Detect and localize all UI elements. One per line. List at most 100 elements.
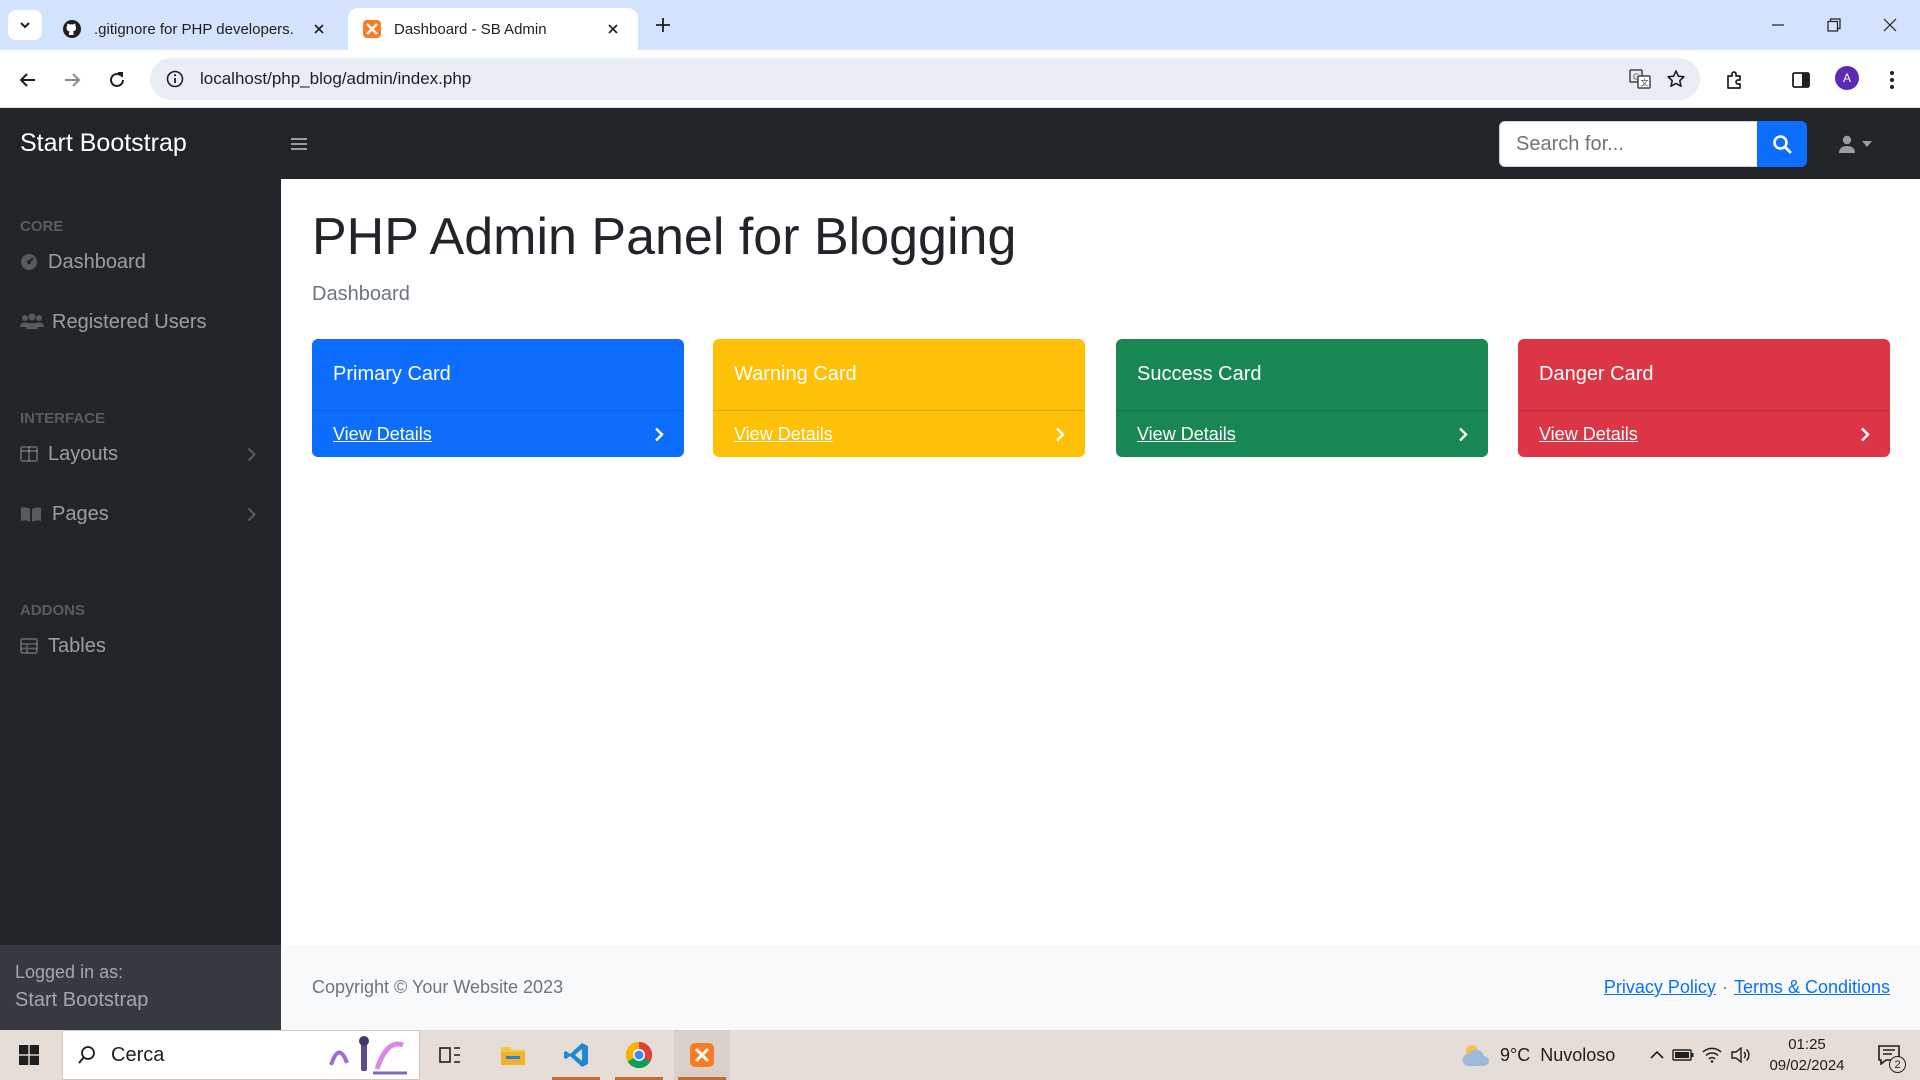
- chevron-right-icon: [655, 427, 664, 441]
- windows-taskbar: Cerca 9°C Nuvoloso 01:25 09/02/2024 2: [0, 1030, 1920, 1080]
- show-hidden-icons-button[interactable]: [1646, 1050, 1668, 1060]
- wifi-icon[interactable]: [1698, 1047, 1726, 1063]
- back-button[interactable]: [12, 64, 44, 96]
- footer-links: Privacy Policy · Terms & Conditions: [1604, 945, 1890, 1030]
- restore-window-button[interactable]: [1806, 0, 1862, 50]
- bookmark-star-icon[interactable]: [1658, 61, 1694, 97]
- sidebar-item-label: Layouts: [48, 442, 119, 465]
- sidebar-item-label: Pages: [52, 502, 109, 525]
- address-bar[interactable]: localhost/php_blog/admin/index.php G文: [150, 58, 1700, 100]
- notification-count-badge: 2: [1889, 1056, 1906, 1073]
- clock-date: 09/02/2024: [1769, 1057, 1845, 1074]
- xampp-icon: [362, 19, 382, 39]
- page-title: PHP Admin Panel for Blogging: [312, 208, 1017, 266]
- sidebar-item-registered-users[interactable]: Registered Users: [0, 297, 281, 347]
- close-window-button[interactable]: [1862, 0, 1918, 50]
- github-icon: [62, 19, 82, 39]
- sidebar-item-pages[interactable]: Pages: [0, 489, 281, 539]
- browser-menu-button[interactable]: [1876, 64, 1908, 96]
- xampp-icon: [690, 1043, 714, 1067]
- weather-condition: Nuvoloso: [1540, 1044, 1616, 1065]
- volume-icon[interactable]: [1726, 1047, 1754, 1063]
- taskbar-search[interactable]: Cerca: [62, 1030, 420, 1080]
- translate-icon[interactable]: G文: [1622, 61, 1658, 97]
- tab-search-button[interactable]: [8, 10, 42, 40]
- site-info-icon[interactable]: [154, 58, 196, 100]
- view-details-link[interactable]: View Details: [1539, 424, 1638, 445]
- table-icon: [20, 635, 46, 657]
- card-footer: View Details: [1518, 410, 1890, 457]
- extensions-button[interactable]: [1719, 64, 1751, 96]
- search-button[interactable]: [1757, 121, 1807, 167]
- navbar-search: [1499, 121, 1807, 167]
- chevron-up-icon: [1650, 1050, 1664, 1059]
- browser-tab-github[interactable]: .gitignore for PHP developers.: [48, 8, 344, 50]
- user-dropdown-toggle[interactable]: [1830, 128, 1880, 160]
- terms-link[interactable]: Terms & Conditions: [1734, 977, 1890, 998]
- chevron-right-icon: [1861, 427, 1870, 441]
- sidebar-item-layouts[interactable]: Layouts: [0, 429, 281, 479]
- tab-title: Dashboard - SB Admin: [394, 20, 547, 38]
- plus-icon: [656, 18, 670, 32]
- chrome-icon: [625, 1041, 653, 1069]
- minimize-window-button[interactable]: [1750, 0, 1806, 50]
- browser-tab-dashboard[interactable]: Dashboard - SB Admin: [348, 8, 638, 50]
- main-content: PHP Admin Panel for Blogging Dashboard P…: [281, 179, 1920, 1030]
- taskbar-search-label: Cerca: [111, 1043, 165, 1066]
- footer-separator: ·: [1721, 977, 1728, 997]
- tab-title: .gitignore for PHP developers.: [94, 20, 294, 38]
- minimize-icon: [1772, 24, 1784, 26]
- profile-avatar[interactable]: A: [1835, 66, 1859, 90]
- hamburger-icon: [291, 138, 307, 150]
- task-view-button[interactable]: [422, 1030, 478, 1080]
- breadcrumb: Dashboard: [312, 283, 410, 305]
- card-title: Danger Card: [1539, 363, 1654, 385]
- clock-time: 01:25: [1788, 1036, 1826, 1053]
- card-title: Warning Card: [734, 363, 857, 385]
- view-details-link[interactable]: View Details: [734, 424, 833, 445]
- weather-widget[interactable]: 9°C Nuvoloso: [1460, 1030, 1615, 1080]
- taskbar-clock[interactable]: 01:25 09/02/2024: [1762, 1034, 1852, 1076]
- success-card: Success Card View Details: [1116, 339, 1488, 457]
- privacy-policy-link[interactable]: Privacy Policy: [1604, 977, 1716, 998]
- chrome-button[interactable]: [611, 1030, 667, 1080]
- notification-center-button[interactable]: 2: [1864, 1030, 1914, 1080]
- new-tab-button[interactable]: [650, 12, 676, 38]
- file-explorer-button[interactable]: [485, 1030, 541, 1080]
- sidebar: CORE Dashboard Registered Users INTERFAC…: [0, 179, 281, 1030]
- vscode-button[interactable]: [548, 1030, 604, 1080]
- search-icon: [78, 1046, 95, 1064]
- url-text[interactable]: localhost/php_blog/admin/index.php: [200, 69, 1622, 89]
- close-tab-icon[interactable]: [602, 18, 624, 40]
- sidebar-item-dashboard[interactable]: Dashboard: [0, 237, 281, 287]
- navbar-brand[interactable]: Start Bootstrap: [20, 108, 187, 179]
- forward-button[interactable]: [56, 64, 88, 96]
- chevron-right-icon: [1459, 427, 1468, 441]
- xampp-button[interactable]: [674, 1030, 730, 1080]
- reload-button[interactable]: [101, 64, 133, 96]
- arrow-right-icon: [65, 73, 81, 87]
- chevron-right-icon: [239, 447, 263, 462]
- view-details-link[interactable]: View Details: [1137, 424, 1236, 445]
- card-footer: View Details: [1116, 410, 1488, 457]
- chevron-right-icon: [239, 507, 263, 522]
- close-icon: [1883, 18, 1897, 32]
- cloudy-weather-icon: [1462, 1045, 1489, 1066]
- sidebar-item-tables[interactable]: Tables: [0, 621, 281, 671]
- battery-icon[interactable]: [1668, 1049, 1698, 1061]
- side-panel-icon: [1792, 72, 1810, 88]
- sidebar-toggle-button[interactable]: [285, 130, 313, 158]
- chevron-down-icon: [20, 22, 30, 29]
- browser-tab-strip: .gitignore for PHP developers. Dashboard…: [0, 0, 1920, 50]
- start-button[interactable]: [0, 1030, 58, 1080]
- sidebar-item-label: Dashboard: [48, 250, 146, 273]
- close-tab-icon[interactable]: [308, 18, 330, 40]
- caret-down-icon: [1862, 141, 1872, 147]
- folder-icon: [501, 1047, 525, 1065]
- view-details-link[interactable]: View Details: [333, 424, 432, 445]
- side-panel-button[interactable]: [1785, 64, 1817, 96]
- sidebar-heading-interface: INTERFACE: [20, 410, 106, 427]
- search-input[interactable]: [1499, 121, 1757, 167]
- browser-toolbar: localhost/php_blog/admin/index.php G文: [0, 50, 1920, 108]
- puzzle-icon: [1727, 71, 1741, 89]
